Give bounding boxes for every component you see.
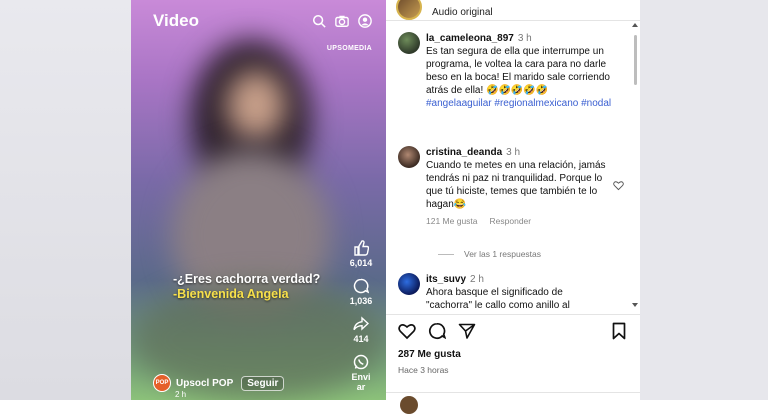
comment-time: 3 h bbox=[517, 33, 532, 44]
thumbs-up-icon bbox=[354, 240, 369, 256]
comment-avatar[interactable] bbox=[398, 146, 420, 168]
channel-post-time: 2 h bbox=[175, 390, 187, 399]
subtitle-line-2: -Bienvenida Angela bbox=[173, 287, 289, 301]
comment-icon[interactable] bbox=[428, 322, 446, 340]
video-title: Video bbox=[153, 11, 199, 30]
share-arrow-icon bbox=[353, 316, 369, 331]
channel-name[interactable]: Upsocl POP bbox=[176, 378, 233, 389]
comment-text: Cuando te metes en una relación, jamás t… bbox=[426, 160, 606, 210]
video-figure-face bbox=[226, 70, 286, 140]
comment-hashtags[interactable]: #angelaaguilar #regionalmexicano #nodal bbox=[426, 97, 618, 110]
view-replies-label: Ver las 1 respuestas bbox=[464, 249, 542, 259]
scrollbar-thumb[interactable] bbox=[634, 35, 637, 85]
post-likes[interactable]: 287 Me gusta bbox=[398, 349, 461, 360]
comment-item: cristina_deanda 3 h Cuando te metes en un… bbox=[398, 146, 624, 226]
like-action[interactable]: 6,014 bbox=[349, 240, 373, 268]
comment-bubble-icon bbox=[353, 278, 369, 294]
comment-meta: 121 Me gusta Responder bbox=[426, 216, 618, 226]
scroll-up-arrow-icon[interactable] bbox=[632, 23, 638, 27]
left-backdrop bbox=[0, 0, 131, 400]
send-icon[interactable] bbox=[458, 322, 476, 340]
comment-likes[interactable]: 121 Me gusta bbox=[426, 216, 478, 226]
comment-input-avatar bbox=[400, 396, 418, 414]
comment-body: la_cameleona_897 3 h Es tan segura de ell… bbox=[426, 32, 618, 110]
audio-row[interactable]: Audio original bbox=[396, 0, 493, 20]
comment-item: its_suvy 2 h Ahora basque el significado … bbox=[398, 273, 618, 312]
whatsapp-icon bbox=[353, 354, 369, 370]
channel-info: POP Upsocl POP Seguir bbox=[153, 374, 285, 392]
right-backdrop bbox=[640, 0, 768, 400]
send-action[interactable]: Enviar bbox=[350, 354, 372, 392]
subtitle-line-1: -¿Eres cachorra verdad? bbox=[173, 272, 321, 286]
comments-list[interactable]: la_cameleona_897 3 h Es tan segura de ell… bbox=[386, 21, 632, 314]
share-action[interactable]: 414 bbox=[353, 316, 369, 344]
search-icon[interactable] bbox=[312, 14, 326, 28]
comment-action[interactable]: 1,036 bbox=[349, 278, 373, 306]
video-player[interactable]: Video UPSOMEDIA -¿Eres cachorra verdad? … bbox=[131, 0, 386, 400]
comments-scrollbar[interactable] bbox=[632, 21, 638, 311]
likes-count: 6,014 bbox=[349, 258, 373, 268]
profile-icon[interactable] bbox=[358, 14, 372, 28]
view-replies[interactable]: Ver las 1 respuestas bbox=[438, 249, 541, 259]
heart-icon[interactable] bbox=[398, 322, 416, 340]
replies-line bbox=[438, 253, 454, 255]
comments-panel: Audio original la_cameleona_897 3 h Es ta… bbox=[386, 0, 640, 414]
comments-count: 1,036 bbox=[349, 296, 373, 306]
video-header-icons bbox=[312, 14, 372, 28]
post-actions bbox=[398, 322, 476, 340]
comment-username[interactable]: its_suvy bbox=[426, 274, 466, 285]
camera-icon[interactable] bbox=[335, 14, 349, 28]
follow-button[interactable]: Seguir bbox=[241, 375, 285, 391]
channel-avatar[interactable]: POP bbox=[153, 374, 171, 392]
comment-time: 3 h bbox=[506, 147, 521, 158]
comment-item: la_cameleona_897 3 h Es tan segura de ell… bbox=[398, 32, 618, 110]
video-watermark: UPSOMEDIA bbox=[326, 45, 372, 52]
scroll-down-arrow-icon[interactable] bbox=[632, 303, 638, 307]
comment-avatar[interactable] bbox=[398, 32, 420, 54]
reply-button[interactable]: Responder bbox=[490, 216, 532, 226]
video-actions: 6,014 1,036 414 Enviar bbox=[344, 240, 378, 400]
bookmark-icon[interactable] bbox=[610, 322, 628, 340]
comment-username[interactable]: la_cameleona_897 bbox=[426, 33, 514, 44]
comment-body: its_suvy 2 h Ahora basque el significado … bbox=[426, 273, 618, 312]
audio-label: Audio original bbox=[432, 6, 493, 18]
comment-text: Es tan segura de ella que interrumpe un … bbox=[426, 46, 610, 96]
comment-text: Ahora basque el significado de "cachorra… bbox=[426, 287, 570, 311]
audio-avatar bbox=[396, 0, 422, 20]
comment-body: cristina_deanda 3 h Cuando te metes en un… bbox=[426, 146, 618, 211]
send-label: Enviar bbox=[351, 372, 371, 392]
divider bbox=[386, 314, 640, 315]
comment-avatar[interactable] bbox=[398, 273, 420, 295]
video-subtitle: -¿Eres cachorra verdad? -Bienvenida Ange… bbox=[173, 272, 320, 302]
comment-time: 2 h bbox=[470, 274, 484, 285]
comment-username[interactable]: cristina_deanda bbox=[426, 147, 502, 158]
heart-icon[interactable] bbox=[613, 180, 624, 191]
shares-count: 414 bbox=[353, 334, 369, 344]
post-time: Hace 3 horas bbox=[398, 365, 449, 375]
divider bbox=[386, 392, 640, 393]
